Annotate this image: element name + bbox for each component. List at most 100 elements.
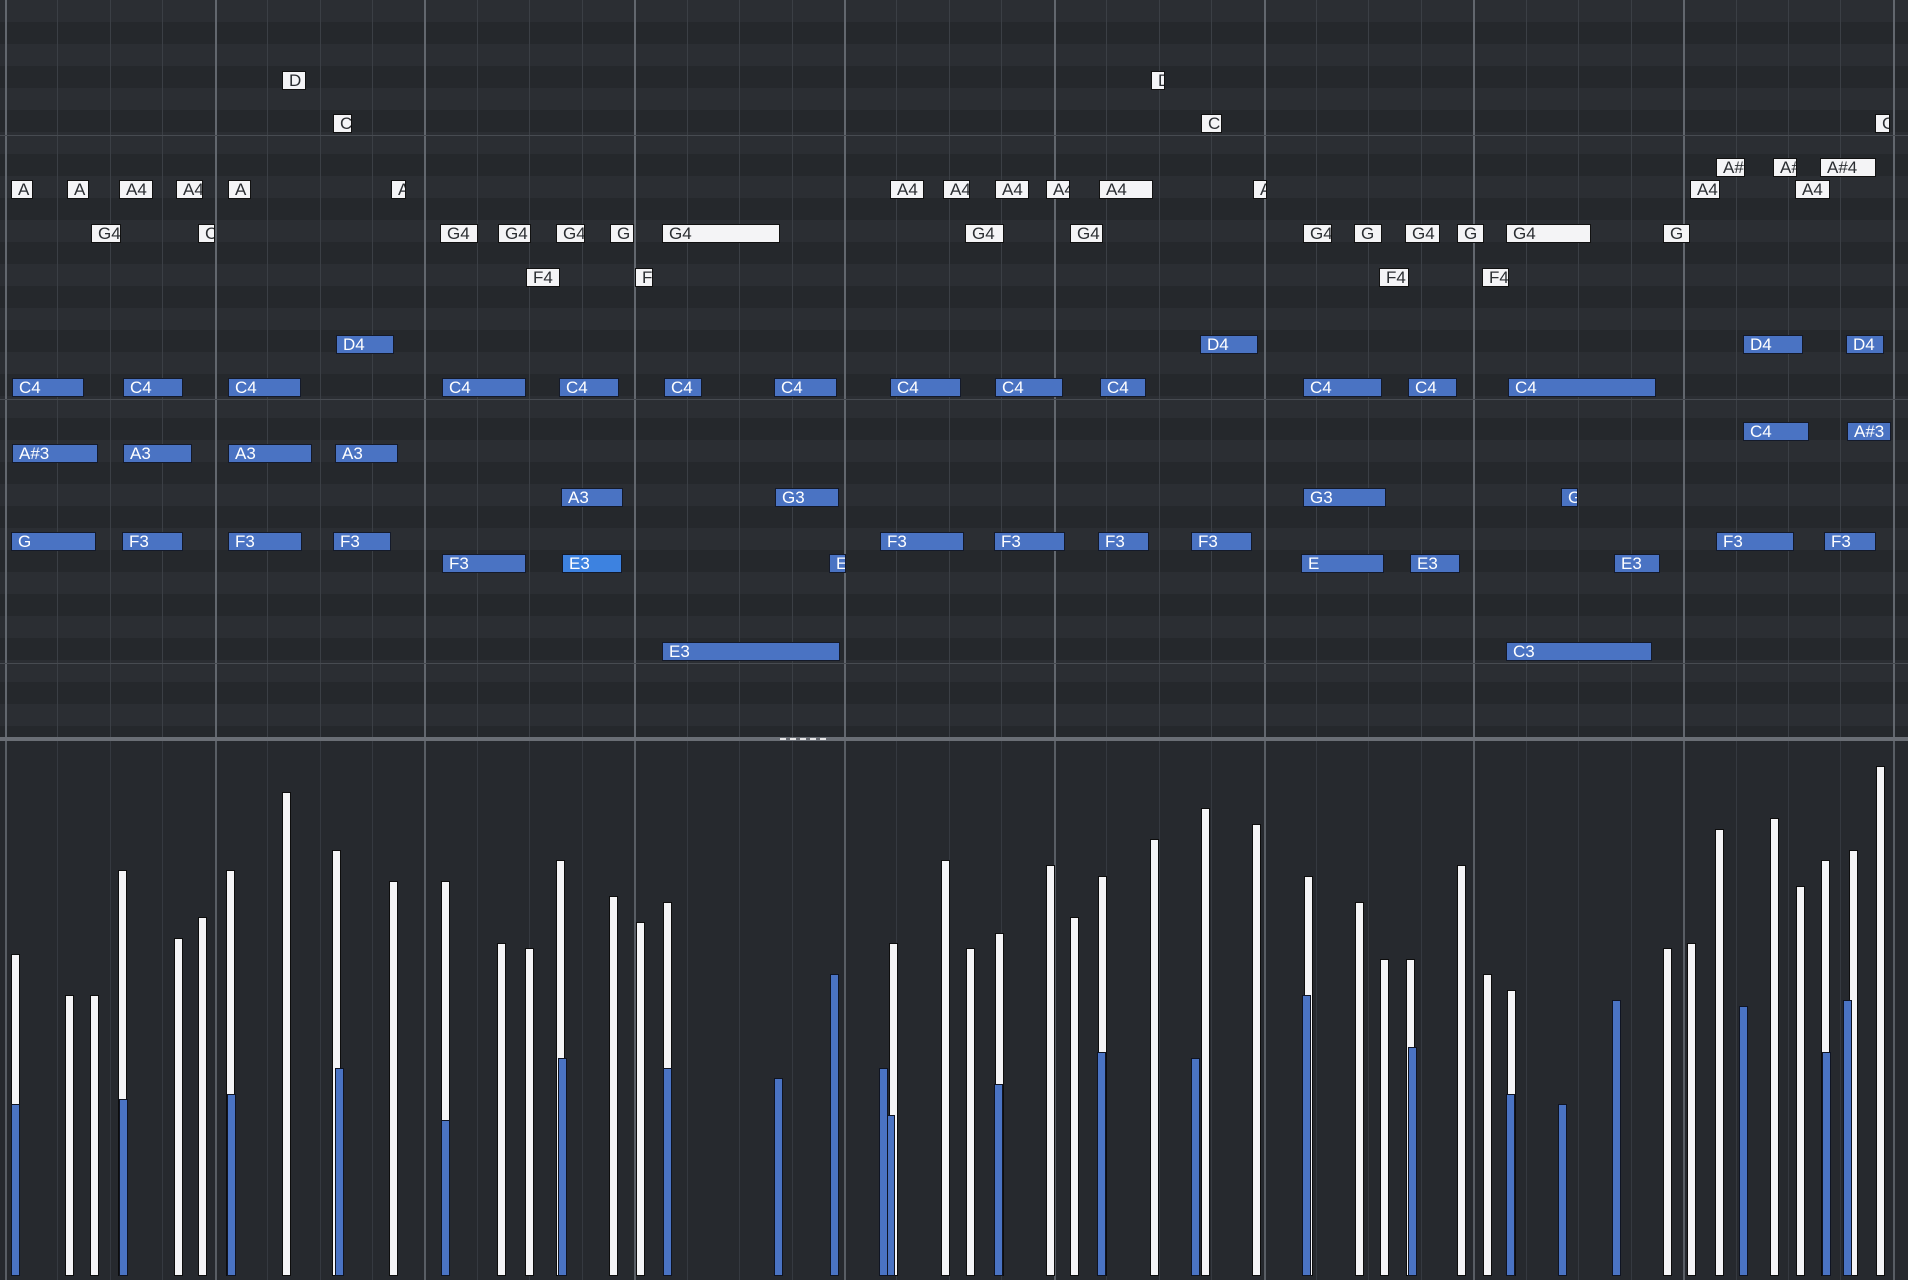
- velocity-bar-selected[interactable]: [1612, 1000, 1621, 1276]
- velocity-bar[interactable]: [966, 948, 975, 1276]
- velocity-bar[interactable]: [1070, 917, 1079, 1276]
- midi-note-g4[interactable]: G4: [1405, 224, 1440, 243]
- velocity-bar[interactable]: [90, 995, 99, 1276]
- midi-note-a3[interactable]: A3: [123, 444, 192, 463]
- velocity-bar-selected[interactable]: [335, 1068, 344, 1276]
- velocity-bar-selected[interactable]: [663, 1068, 672, 1276]
- velocity-bar-selected[interactable]: [1097, 1052, 1106, 1276]
- midi-note-g3[interactable]: G3: [1303, 488, 1386, 507]
- midi-note-f[interactable]: F: [635, 268, 653, 287]
- midi-note-a3[interactable]: A3: [228, 444, 312, 463]
- velocity-bar[interactable]: [609, 896, 618, 1276]
- velocity-bar-selected[interactable]: [11, 1104, 20, 1276]
- velocity-bar-selected[interactable]: [774, 1078, 783, 1276]
- velocity-bar-selected[interactable]: [1506, 1094, 1515, 1276]
- splitter-grip-icon[interactable]: [780, 738, 826, 740]
- midi-note-a[interactable]: A: [1253, 180, 1267, 199]
- midi-note-g4[interactable]: G4: [662, 224, 780, 243]
- midi-note-c4[interactable]: C4: [1303, 378, 1382, 397]
- midi-note-f3[interactable]: F3: [442, 554, 526, 573]
- velocity-bar[interactable]: [525, 948, 534, 1276]
- velocity-bar[interactable]: [1876, 766, 1885, 1276]
- velocity-bar-selected[interactable]: [1302, 995, 1311, 1276]
- midi-note-g4[interactable]: G4: [440, 224, 478, 243]
- velocity-bar-selected[interactable]: [994, 1084, 1003, 1276]
- midi-note-a4[interactable]: A4: [1690, 180, 1720, 199]
- midi-note-f3[interactable]: F3: [1098, 532, 1149, 551]
- midi-note-c[interactable]: C: [333, 114, 352, 133]
- midi-note-f3[interactable]: F3: [333, 532, 391, 551]
- velocity-bar-selected[interactable]: [1408, 1047, 1417, 1276]
- midi-note-d4[interactable]: D4: [336, 335, 394, 354]
- midi-note-g4[interactable]: G4: [1303, 224, 1332, 243]
- midi-note-c[interactable]: C: [1875, 114, 1890, 133]
- midi-note-g4[interactable]: G4: [498, 224, 531, 243]
- velocity-bar[interactable]: [1796, 886, 1805, 1276]
- midi-note-c4[interactable]: C4: [1508, 378, 1656, 397]
- midi-note-c4[interactable]: C4: [1100, 378, 1146, 397]
- midi-note-g[interactable]: G: [1457, 224, 1484, 243]
- velocity-bar-selected[interactable]: [879, 1068, 888, 1276]
- velocity-bar[interactable]: [497, 943, 506, 1276]
- velocity-bar-selected[interactable]: [227, 1094, 236, 1276]
- midi-note-a4[interactable]: A4: [943, 180, 970, 199]
- midi-note-g4[interactable]: G4: [1506, 224, 1591, 243]
- midi-note-d4[interactable]: D4: [1743, 335, 1803, 354]
- midi-note-d4[interactable]: D4: [1846, 335, 1884, 354]
- velocity-bar[interactable]: [282, 792, 291, 1276]
- velocity-bar[interactable]: [198, 917, 207, 1276]
- midi-note-d4[interactable]: D4: [1200, 335, 1258, 354]
- midi-note-c4[interactable]: C4: [890, 378, 961, 397]
- velocity-bar-selected[interactable]: [558, 1058, 567, 1276]
- velocity-bar-selected[interactable]: [1843, 1000, 1852, 1276]
- velocity-bar[interactable]: [65, 995, 74, 1276]
- midi-note-g4[interactable]: G4: [1070, 224, 1103, 243]
- midi-note-e3[interactable]: E3: [1410, 554, 1460, 573]
- midi-note-c4[interactable]: C4: [228, 378, 301, 397]
- midi-note-f4[interactable]: F4: [526, 268, 560, 287]
- velocity-bar-selected[interactable]: [119, 1099, 128, 1276]
- velocity-bar[interactable]: [1770, 818, 1779, 1276]
- midi-note-as[interactable]: A#: [1716, 158, 1745, 177]
- midi-note-c3[interactable]: C3: [1506, 642, 1652, 661]
- midi-note-c4[interactable]: C4: [123, 378, 183, 397]
- velocity-bar-selected[interactable]: [1191, 1058, 1200, 1276]
- midi-note-d[interactable]: D: [1151, 71, 1165, 90]
- midi-note-e[interactable]: E: [1301, 554, 1384, 573]
- midi-note-c4[interactable]: C4: [1743, 422, 1809, 441]
- midi-note-c4[interactable]: C4: [12, 378, 84, 397]
- velocity-bar[interactable]: [174, 938, 183, 1276]
- midi-note-f4[interactable]: F4: [1482, 268, 1509, 287]
- midi-note-c4[interactable]: C4: [664, 378, 702, 397]
- midi-note-a4[interactable]: A4: [176, 180, 203, 199]
- velocity-bar[interactable]: [389, 881, 398, 1276]
- midi-note-e3[interactable]: E3: [829, 554, 846, 573]
- midi-note-e3[interactable]: E3: [662, 642, 840, 661]
- midi-note-a[interactable]: A: [391, 180, 406, 199]
- note-editor-grid[interactable]: A A A4 A4 A A A4 A4 A4 A4 A4 A A# A# A#4 A4 A4 D D C C C G4 C G4…: [0, 0, 1908, 737]
- midi-note-e3[interactable]: E3: [562, 554, 622, 573]
- midi-note-f3[interactable]: F3: [994, 532, 1065, 551]
- velocity-bar-selected[interactable]: [1822, 1052, 1831, 1276]
- midi-note-a[interactable]: A: [11, 180, 33, 199]
- midi-note-g[interactable]: G: [1663, 224, 1690, 243]
- midi-note-a[interactable]: A: [67, 180, 89, 199]
- midi-note-g4[interactable]: G4: [965, 224, 1004, 243]
- midi-note-a4[interactable]: A4: [890, 180, 924, 199]
- midi-note-as4[interactable]: A#4: [1820, 158, 1876, 177]
- velocity-bar-selected[interactable]: [1558, 1104, 1567, 1276]
- midi-note-as[interactable]: A#: [1773, 158, 1797, 177]
- velocity-bar[interactable]: [636, 922, 645, 1276]
- velocity-bar-selected[interactable]: [1739, 1006, 1748, 1276]
- midi-note-g3[interactable]: G3: [1561, 488, 1578, 507]
- midi-note-f4[interactable]: F4: [1379, 268, 1409, 287]
- midi-note-g[interactable]: G: [610, 224, 634, 243]
- midi-note-a4[interactable]: A4: [119, 180, 153, 199]
- midi-note-c[interactable]: C: [198, 224, 215, 243]
- midi-note-f3[interactable]: F3: [1191, 532, 1252, 551]
- midi-note-a4[interactable]: A4: [1046, 180, 1070, 199]
- midi-note-g4[interactable]: G4: [91, 224, 121, 243]
- midi-note-f3[interactable]: F3: [880, 532, 964, 551]
- velocity-bar[interactable]: [1380, 959, 1389, 1276]
- midi-note-a3[interactable]: A3: [335, 444, 398, 463]
